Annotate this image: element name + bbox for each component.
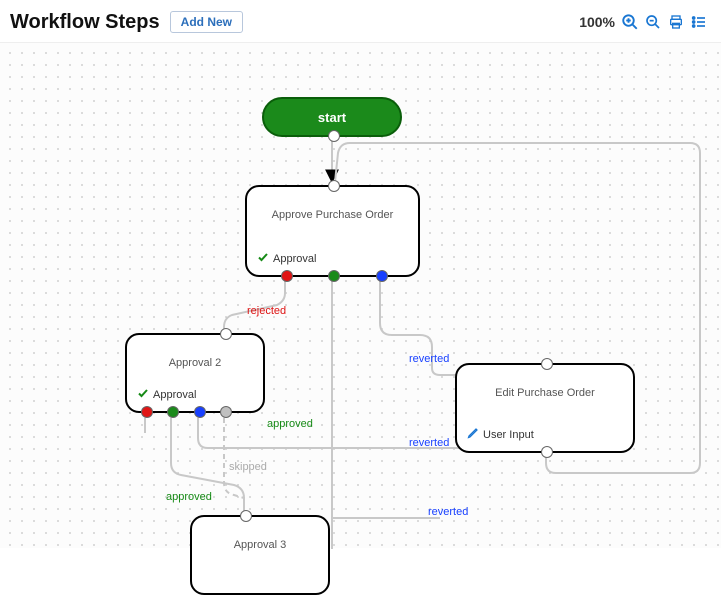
check-icon — [257, 251, 269, 266]
node-action-row: Approval — [137, 387, 196, 402]
edge-label-skipped: skipped — [228, 461, 268, 473]
port-in[interactable] — [542, 359, 552, 369]
print-icon[interactable] — [666, 12, 686, 32]
edge-label-approved: approved — [266, 418, 314, 430]
port-approved[interactable] — [329, 271, 339, 281]
node-start-label: start — [318, 110, 346, 125]
node-action-row: Approval — [257, 251, 316, 266]
node-title: Edit Purchase Order — [457, 365, 633, 399]
add-new-button[interactable]: Add New — [170, 11, 243, 33]
edge-label-reverted1: reverted — [408, 353, 450, 365]
node-start[interactable]: start — [262, 97, 402, 137]
port-in[interactable] — [221, 329, 231, 339]
header-right-toolbar: 100% — [579, 12, 709, 32]
node-action-row: User Input — [467, 427, 534, 442]
edge-label-approved2: approved — [165, 491, 213, 503]
pencil-icon — [467, 427, 479, 442]
edge-label-reverted3: reverted — [427, 506, 469, 518]
port-in[interactable] — [241, 511, 251, 521]
node-approval-3[interactable]: Approval 3 — [190, 515, 330, 595]
port-reverted[interactable] — [195, 407, 205, 417]
port-approved[interactable] — [168, 407, 178, 417]
check-icon — [137, 387, 149, 402]
zoom-percent-label: 100% — [579, 14, 615, 30]
port-skipped[interactable] — [221, 407, 231, 417]
node-title: Approval 2 — [127, 335, 263, 369]
port-rejected[interactable] — [142, 407, 152, 417]
node-title: Approve Purchase Order — [247, 187, 418, 221]
edge-label-reverted2: reverted — [408, 437, 450, 449]
port-out[interactable] — [542, 447, 552, 457]
list-icon[interactable] — [689, 12, 709, 32]
node-action-label: User Input — [483, 429, 534, 441]
node-action-label: Approval — [273, 253, 316, 265]
zoom-out-icon[interactable] — [643, 12, 663, 32]
node-approve-po[interactable]: Approve Purchase Order Approval — [245, 185, 420, 277]
workflow-canvas[interactable]: start Approve Purchase Order Approval Ap… — [0, 42, 721, 548]
port-out[interactable] — [329, 131, 339, 141]
edge-label-rejected: rejected — [246, 305, 287, 317]
page-title: Workflow Steps — [10, 11, 160, 34]
port-in[interactable] — [329, 181, 339, 191]
node-edit-po[interactable]: Edit Purchase Order User Input — [455, 363, 635, 453]
node-title: Approval 3 — [192, 517, 328, 551]
zoom-in-icon[interactable] — [620, 12, 640, 32]
header: Workflow Steps Add New 100% — [0, 0, 721, 42]
port-rejected[interactable] — [282, 271, 292, 281]
header-left: Workflow Steps Add New — [10, 11, 243, 34]
port-reverted[interactable] — [377, 271, 387, 281]
node-approval-2[interactable]: Approval 2 Approval — [125, 333, 265, 413]
node-action-label: Approval — [153, 389, 196, 401]
